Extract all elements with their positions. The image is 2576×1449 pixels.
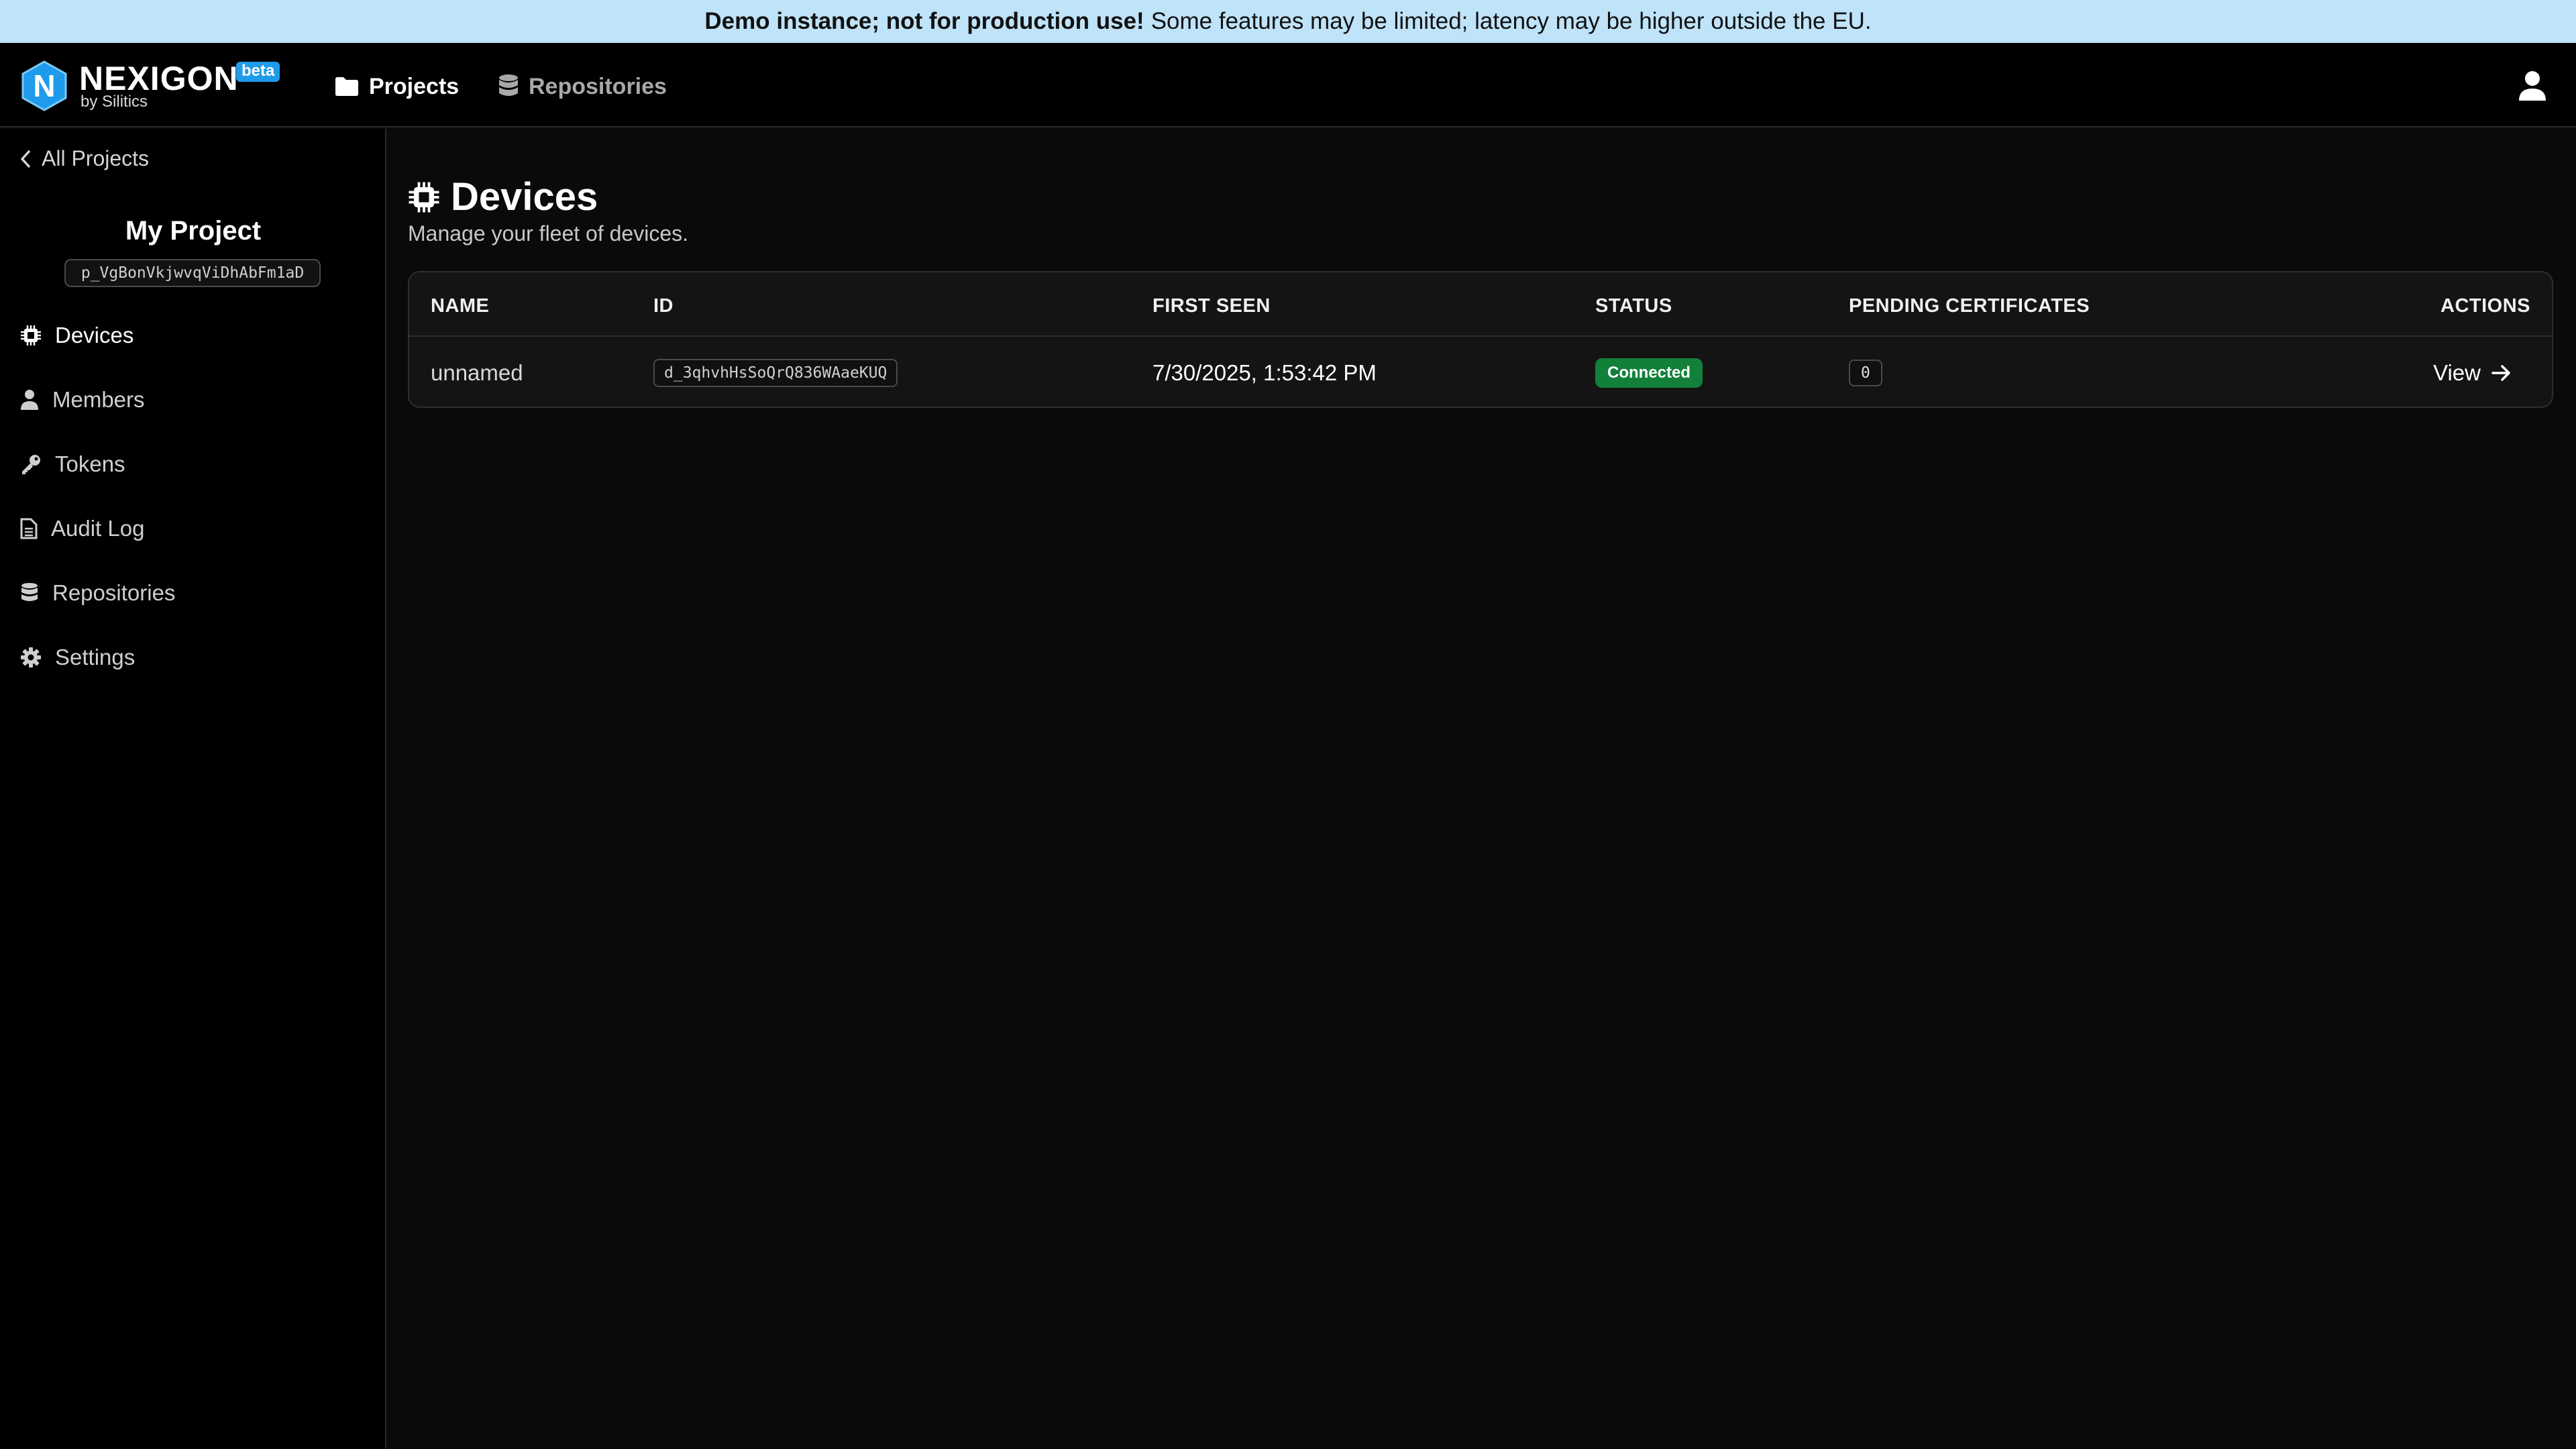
sidebar-item-repositories[interactable]: Repositories [20, 574, 175, 612]
table-header: NAME ID FIRST SEEN STATUS PENDING CERTIF… [409, 272, 2552, 337]
logo-subtitle: by Silitics [80, 93, 148, 111]
arrow-right-icon [2491, 365, 2510, 381]
column-header-pending-certificates: PENDING CERTIFICATES [1849, 295, 2090, 317]
sidebar-item-label: Members [52, 387, 145, 412]
back-label: All Projects [42, 146, 150, 170]
device-id-cell: d_3qhvhHsSoQrQ836WAaeKUQ [653, 338, 898, 407]
demo-banner: Demo instance; not for production use! S… [0, 0, 2576, 43]
page-title: Devices [451, 175, 598, 219]
database-icon [499, 74, 518, 96]
pending-certificates-count: 0 [1849, 360, 1882, 386]
devices-table: NAME ID FIRST SEEN STATUS PENDING CERTIF… [408, 271, 2553, 408]
nav-projects[interactable]: Projects [334, 70, 459, 103]
sidebar-item-tokens[interactable]: Tokens [20, 445, 125, 483]
column-header-actions: ACTIONS [2440, 295, 2530, 317]
main-content: Devices Manage your fleet of devices. NA… [388, 129, 2576, 1449]
device-first-seen: 7/30/2025, 1:53:42 PM [1152, 360, 1377, 385]
chevron-left-icon [21, 150, 30, 168]
device-id-chip[interactable]: d_3qhvhHsSoQrQ836WAaeKUQ [653, 359, 898, 387]
page-heading: Devices [408, 174, 598, 219]
sidebar-item-settings[interactable]: Settings [20, 639, 135, 676]
view-device-button[interactable]: View [2433, 360, 2512, 386]
user-icon[interactable] [2517, 70, 2548, 102]
table-row: unnamed d_3qhvhHsSoQrQ836WAaeKUQ 7/30/20… [409, 338, 2552, 407]
project-id-chip[interactable]: p_VgBonVkjwvqViDhAbFm1aD [64, 259, 321, 287]
chip-icon [409, 182, 439, 212]
gear-icon [21, 647, 41, 667]
sidebar-item-label: Tokens [55, 451, 125, 476]
pending-certificates-cell: 0 [1849, 338, 1882, 407]
view-label: View [2433, 360, 2481, 385]
document-icon [20, 518, 38, 539]
project-title: My Project [125, 216, 262, 246]
device-status-cell: Connected [1595, 338, 1703, 407]
column-header-status: STATUS [1595, 295, 1672, 317]
sidebar-item-label: Settings [55, 645, 136, 669]
folder-icon [335, 77, 358, 96]
status-badge: Connected [1595, 358, 1703, 388]
top-nav: N NEXIGON by Silitics beta Projects Repo… [0, 43, 2576, 127]
page-subtitle: Manage your fleet of devices. [408, 221, 689, 246]
nexigon-logo-icon[interactable]: N [20, 60, 68, 111]
sidebar-item-label: Audit Log [51, 516, 145, 541]
nav-projects-label: Projects [369, 73, 460, 99]
sidebar-item-label: Repositories [52, 580, 176, 605]
nav-repositories[interactable]: Repositories [498, 70, 667, 103]
column-header-id: ID [653, 295, 674, 317]
user-icon [21, 390, 38, 410]
nav-repositories-label: Repositories [529, 73, 667, 99]
key-icon [22, 455, 40, 474]
column-header-first-seen: FIRST SEEN [1152, 295, 1271, 317]
beta-badge: beta [236, 62, 280, 82]
device-name: unnamed [431, 360, 523, 385]
sidebar-item-label: Devices [55, 323, 134, 347]
back-to-all-projects[interactable]: All Projects [20, 146, 149, 171]
sidebar-item-audit-log[interactable]: Audit Log [20, 510, 144, 547]
actions-cell: View [2433, 338, 2512, 407]
sidebar-item-members[interactable]: Members [20, 381, 145, 419]
column-header-name: NAME [431, 295, 490, 317]
banner-text: Some features may be limited; latency ma… [1150, 8, 1872, 34]
logo-name[interactable]: NEXIGON [79, 62, 239, 95]
svg-text:N: N [33, 68, 55, 103]
database-icon [21, 583, 38, 601]
sidebar: All Projects My Project p_VgBonVkjwvqViD… [0, 129, 386, 1449]
banner-bold-text: Demo instance; not for production use! [704, 8, 1144, 34]
sidebar-item-devices[interactable]: Devices [20, 317, 133, 354]
chip-icon [21, 325, 41, 345]
